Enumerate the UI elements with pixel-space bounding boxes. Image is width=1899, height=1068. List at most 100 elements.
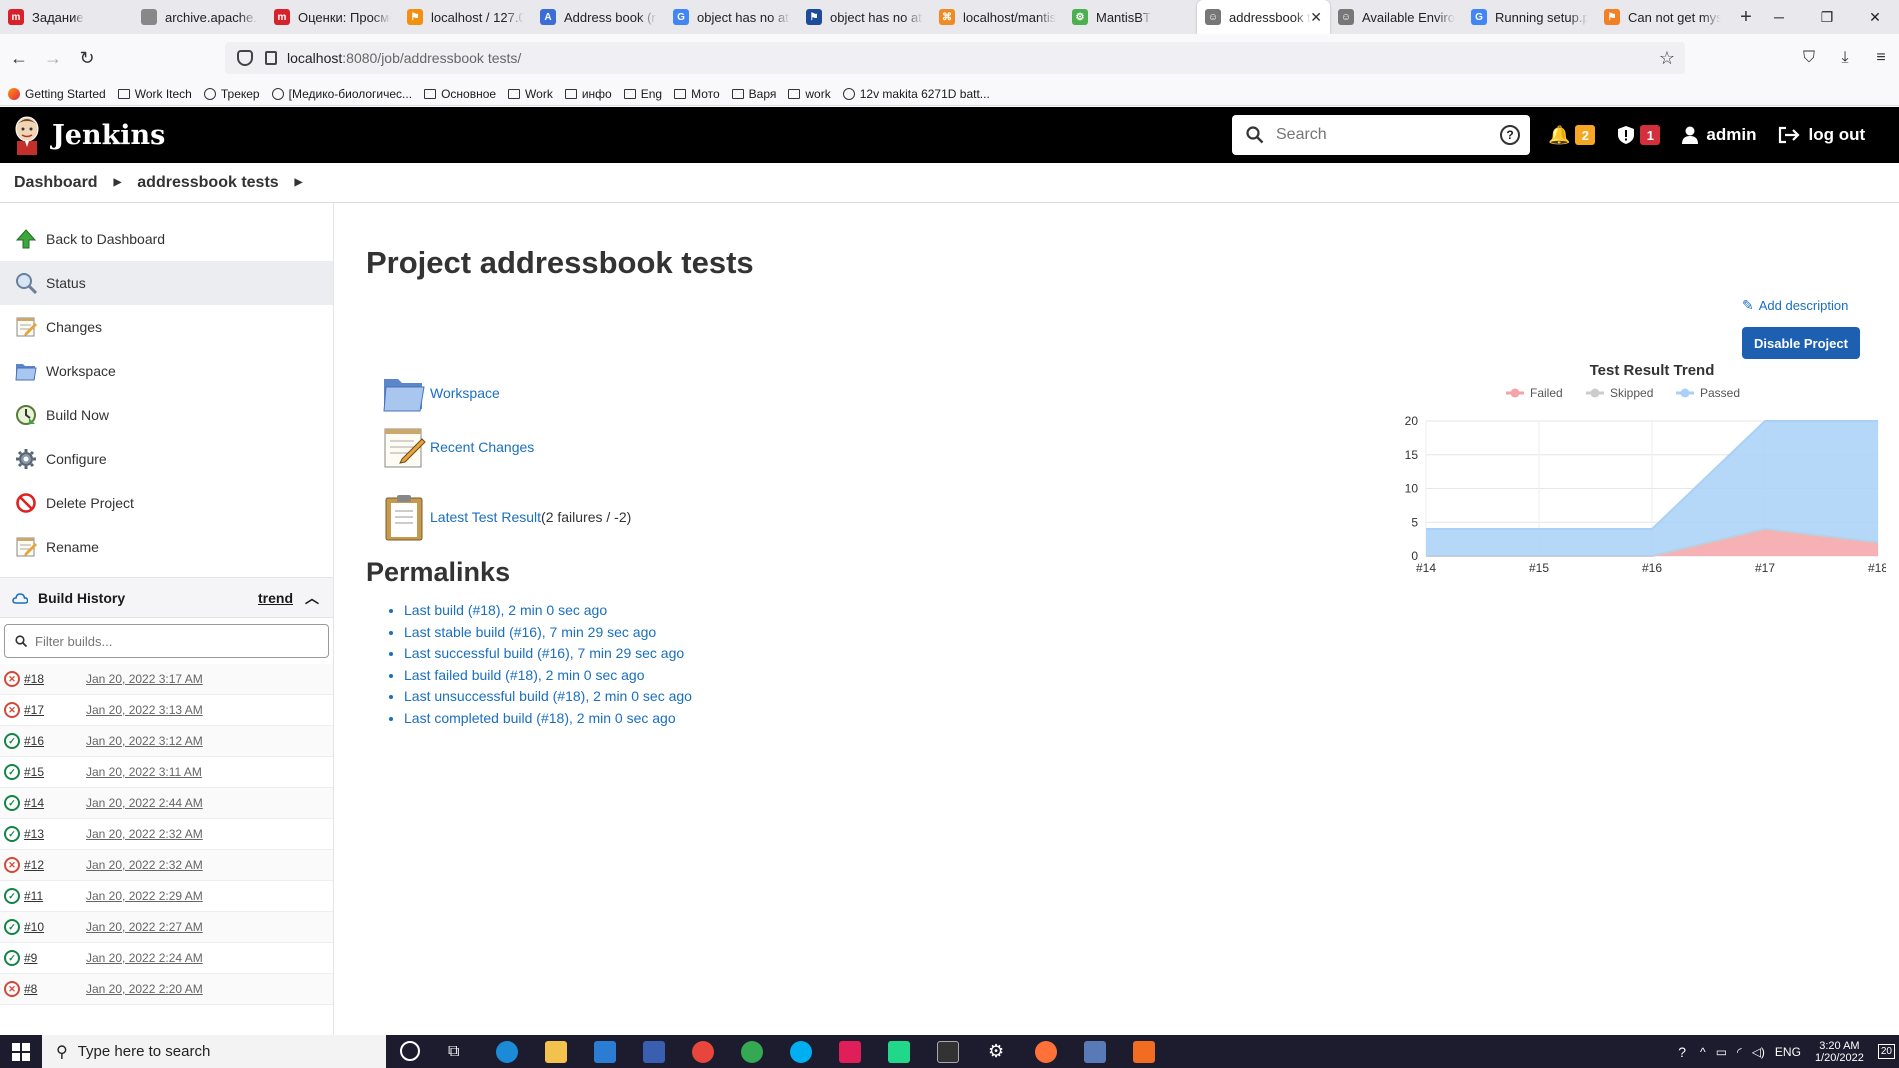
back-icon[interactable]: ← — [4, 48, 34, 69]
remote-app-icon[interactable] — [1084, 1041, 1106, 1063]
build-success-icon[interactable]: ✓ — [4, 919, 20, 935]
minimize-icon[interactable]: ─ — [1755, 0, 1803, 34]
firefox-icon[interactable] — [1035, 1041, 1057, 1063]
build-number-link[interactable]: #16 — [24, 734, 86, 748]
breadcrumb-current[interactable]: addressbook tests — [137, 174, 278, 192]
browser-tab[interactable]: ⚙ MantisBT — [1064, 0, 1197, 34]
page-info-icon[interactable] — [265, 51, 277, 65]
pycharm-icon[interactable] — [888, 1041, 910, 1063]
build-date-link[interactable]: Jan 20, 2022 2:44 AM — [86, 796, 203, 810]
bookmark-item[interactable]: Work Itech — [117, 87, 192, 101]
build-number-link[interactable]: #15 — [24, 765, 86, 779]
maximize-icon[interactable]: ❐ — [1803, 0, 1851, 34]
language-indicator[interactable]: ENG — [1775, 1045, 1801, 1059]
cortana-icon[interactable] — [400, 1041, 420, 1061]
battery-icon[interactable]: ▭ — [1716, 1045, 1727, 1059]
bookmark-item[interactable]: Work — [508, 87, 553, 101]
windows-start-icon[interactable] — [12, 1043, 30, 1061]
build-success-icon[interactable]: ✓ — [4, 795, 20, 811]
build-number-link[interactable]: #12 — [24, 858, 86, 872]
clock[interactable]: 3:20 AM 1/20/2022 — [1815, 1040, 1864, 1064]
build-date-link[interactable]: Jan 20, 2022 3:13 AM — [86, 703, 203, 717]
taskbar-search[interactable]: ⚲ Type here to search — [42, 1035, 386, 1068]
task-build-now[interactable]: Build Now — [0, 393, 333, 437]
browser-tab[interactable]: ☺ Available Enviro — [1330, 0, 1463, 34]
bookmark-item[interactable]: Варя — [731, 87, 776, 101]
browser-tab[interactable]: m Оценки: Просмо — [266, 0, 399, 34]
permalink-item[interactable]: Last completed build (#18), 2 min 0 sec … — [404, 710, 692, 732]
browser-tab[interactable]: archive.apache.org/c — [133, 0, 266, 34]
latest-test-result-link[interactable]: Latest Test Result — [430, 509, 541, 525]
breadcrumb-chevron-icon[interactable]: ▶ — [295, 177, 303, 188]
help-icon[interactable]: ? — [1500, 125, 1520, 145]
shield-icon[interactable] — [237, 50, 253, 66]
bookmark-item[interactable]: инфо — [564, 87, 612, 101]
browser-tab[interactable]: ⌘ localhost/mantis — [931, 0, 1064, 34]
xampp-icon[interactable] — [1133, 1041, 1155, 1063]
build-number-link[interactable]: #17 — [24, 703, 86, 717]
collapse-chevron-icon[interactable]: ︿ — [305, 588, 319, 608]
address-bar[interactable]: localhost:8080/job/addressbook tests/ ☆ — [225, 42, 1685, 74]
build-date-link[interactable]: Jan 20, 2022 2:24 AM — [86, 951, 203, 965]
build-failed-icon[interactable]: ✕ — [4, 671, 20, 687]
build-failed-icon[interactable]: ✕ — [4, 702, 20, 718]
bookmark-item[interactable]: Основное — [424, 87, 496, 101]
notifications-badge[interactable]: 2 — [1575, 125, 1596, 145]
chrome-icon[interactable] — [692, 1041, 714, 1063]
search-box[interactable]: ? — [1232, 115, 1530, 155]
add-description-link[interactable]: ✎ Add description — [1742, 297, 1848, 314]
wifi-icon[interactable]: ◜ — [1737, 1045, 1742, 1059]
close-tab-icon[interactable]: ✕ — [1310, 9, 1322, 26]
permalink-item[interactable]: Last failed build (#18), 2 min 0 sec ago — [404, 667, 692, 689]
close-window-icon[interactable]: ✕ — [1851, 0, 1899, 34]
edge-icon[interactable] — [496, 1041, 518, 1063]
recent-changes-link[interactable]: Recent Changes — [430, 439, 534, 455]
browser-tab[interactable]: Gobject has no att — [665, 0, 798, 34]
terminal-icon[interactable] — [937, 1041, 959, 1063]
build-number-link[interactable]: #18 — [24, 672, 86, 686]
browser-tab[interactable]: G Running setup.p — [1463, 0, 1596, 34]
bookmark-star-icon[interactable]: ☆ — [1659, 48, 1675, 69]
build-date-link[interactable]: Jan 20, 2022 3:11 AM — [86, 765, 202, 779]
browser-tab[interactable]: ⚑ localhost / 127.0 — [399, 0, 532, 34]
bookmark-item[interactable]: Трекер — [203, 87, 260, 101]
build-date-link[interactable]: Jan 20, 2022 3:17 AM — [86, 672, 203, 686]
permalink-item[interactable]: Last build (#18), 2 min 0 sec ago — [404, 602, 692, 624]
task-back-to-dashboard[interactable]: Back to Dashboard — [0, 217, 333, 261]
save-app-icon[interactable] — [643, 1041, 665, 1063]
bookmark-item[interactable]: Getting Started — [8, 87, 106, 101]
slack-icon[interactable] — [839, 1041, 861, 1063]
build-success-icon[interactable]: ✓ — [4, 826, 20, 842]
disable-project-button[interactable]: Disable Project — [1742, 327, 1860, 359]
mail-icon[interactable] — [594, 1041, 616, 1063]
forward-icon[interactable]: → — [38, 48, 68, 69]
workspace-link[interactable]: Workspace — [430, 385, 500, 401]
build-failed-icon[interactable]: ✕ — [4, 981, 20, 997]
breadcrumb-chevron-icon[interactable]: ▶ — [114, 177, 122, 188]
browser-tab[interactable]: ☺ addressbook t ✕ — [1197, 0, 1330, 34]
downloads-icon[interactable]: ⤓ — [1827, 49, 1863, 67]
permalink-item[interactable]: Last successful build (#16), 7 min 29 se… — [404, 645, 692, 667]
build-number-link[interactable]: #11 — [24, 889, 86, 903]
build-number-link[interactable]: #13 — [24, 827, 86, 841]
trend-link[interactable]: trend — [258, 590, 293, 606]
filter-builds-input[interactable]: Filter builds... — [4, 624, 329, 658]
task-configure[interactable]: Configure — [0, 437, 333, 481]
build-success-icon[interactable]: ✓ — [4, 888, 20, 904]
security-badge[interactable]: 1 — [1640, 125, 1661, 145]
build-number-link[interactable]: #9 — [24, 951, 86, 965]
build-failed-icon[interactable]: ✕ — [4, 857, 20, 873]
menu-icon[interactable]: ≡ — [1863, 49, 1899, 67]
task-changes[interactable]: Changes — [0, 305, 333, 349]
build-number-link[interactable]: #10 — [24, 920, 86, 934]
bookmark-item[interactable]: Eng — [623, 87, 662, 101]
build-success-icon[interactable]: ✓ — [4, 950, 20, 966]
task-workspace[interactable]: Workspace — [0, 349, 333, 393]
breadcrumb-dashboard[interactable]: Dashboard — [14, 174, 98, 192]
task-rename[interactable]: Rename — [0, 525, 333, 569]
task-status[interactable]: Status — [0, 261, 333, 305]
browser-tab[interactable]: m Задание — [0, 0, 133, 34]
build-date-link[interactable]: Jan 20, 2022 2:20 AM — [86, 982, 203, 996]
build-success-icon[interactable]: ✓ — [4, 764, 20, 780]
build-number-link[interactable]: #8 — [24, 982, 86, 996]
